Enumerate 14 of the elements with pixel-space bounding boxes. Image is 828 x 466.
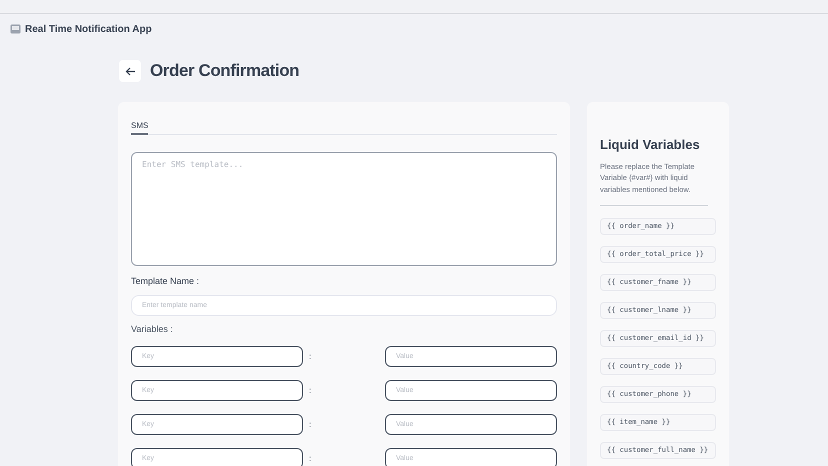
variables-label: Variables :: [131, 322, 174, 336]
template-name-label: Template Name :: [131, 275, 200, 288]
colon-separator: :: [309, 350, 312, 362]
colon-separator: :: [309, 418, 312, 430]
app-icon: [10, 24, 21, 34]
colon-separator: :: [309, 452, 312, 464]
app-title: Real Time Notification App: [25, 22, 152, 36]
liquid-title: Liquid Variables: [600, 136, 701, 154]
back-button[interactable]: [119, 60, 141, 82]
template-field[interactable]: Enter SMS template...: [131, 152, 557, 266]
sms-tab[interactable]: SMS: [131, 119, 148, 135]
back-arrow-icon: [124, 66, 136, 76]
colon-separator: :: [309, 384, 312, 396]
page-title: Order Confirmation: [150, 60, 300, 82]
